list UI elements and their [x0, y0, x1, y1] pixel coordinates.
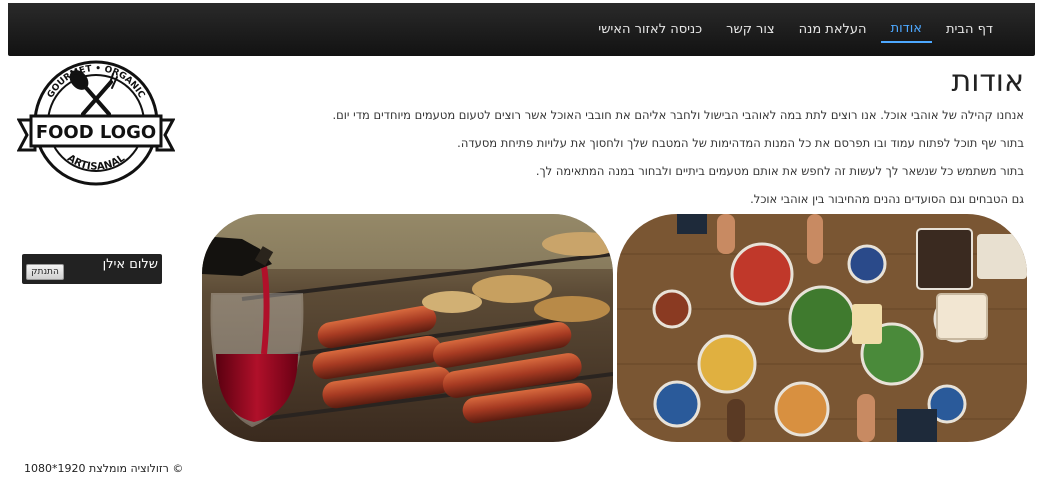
logout-button[interactable]: התנתק	[26, 264, 64, 280]
nav-item-home[interactable]: דף הבית	[936, 17, 1003, 42]
about-paragraph: בתור שף תוכל לפתוח עמוד ובו תפרסם את כל …	[457, 136, 1024, 150]
top-navbar: דף הבית אודות העלאת מנה צור קשר כניסה לא…	[8, 3, 1035, 56]
user-greeting: שלום אילן	[102, 257, 158, 272]
nav-item-contact[interactable]: צור קשר	[716, 17, 785, 42]
nav-item-personal-area[interactable]: כניסה לאזור האישי	[588, 17, 712, 42]
grill-wine-photo	[202, 214, 613, 442]
about-content: אנחנו קהילה של אוהבי אוכל. אנו רוצים לתת…	[244, 108, 1024, 220]
nav-item-upload-dish[interactable]: העלאת מנה	[789, 17, 877, 42]
nav-menu: דף הבית אודות העלאת מנה צור קשר כניסה לא…	[586, 3, 1005, 56]
nav-item-about[interactable]: אודות	[880, 16, 932, 43]
footer-resolution-note: © רזולוציה מומלצת 1920*1080	[24, 462, 184, 475]
shared-table-photo	[617, 214, 1027, 442]
about-paragraph: בתור משתמש כל שנשאר לך לעשות זה לחפש את …	[535, 164, 1024, 178]
food-logo[interactable]: GOURMET • ORGANIC FOOD LOGO ARTISANAL	[17, 58, 175, 188]
logo-main-text: FOOD LOGO	[36, 122, 156, 143]
about-paragraph: גם הטבחים וגם הסועדים נהנים מהחיבור בין …	[750, 192, 1024, 206]
user-greeting-box: שלום אילן התנתק	[22, 254, 162, 284]
about-paragraph: אנחנו קהילה של אוהבי אוכל. אנו רוצים לתת…	[332, 108, 1024, 122]
page-title: אודות	[951, 64, 1025, 99]
